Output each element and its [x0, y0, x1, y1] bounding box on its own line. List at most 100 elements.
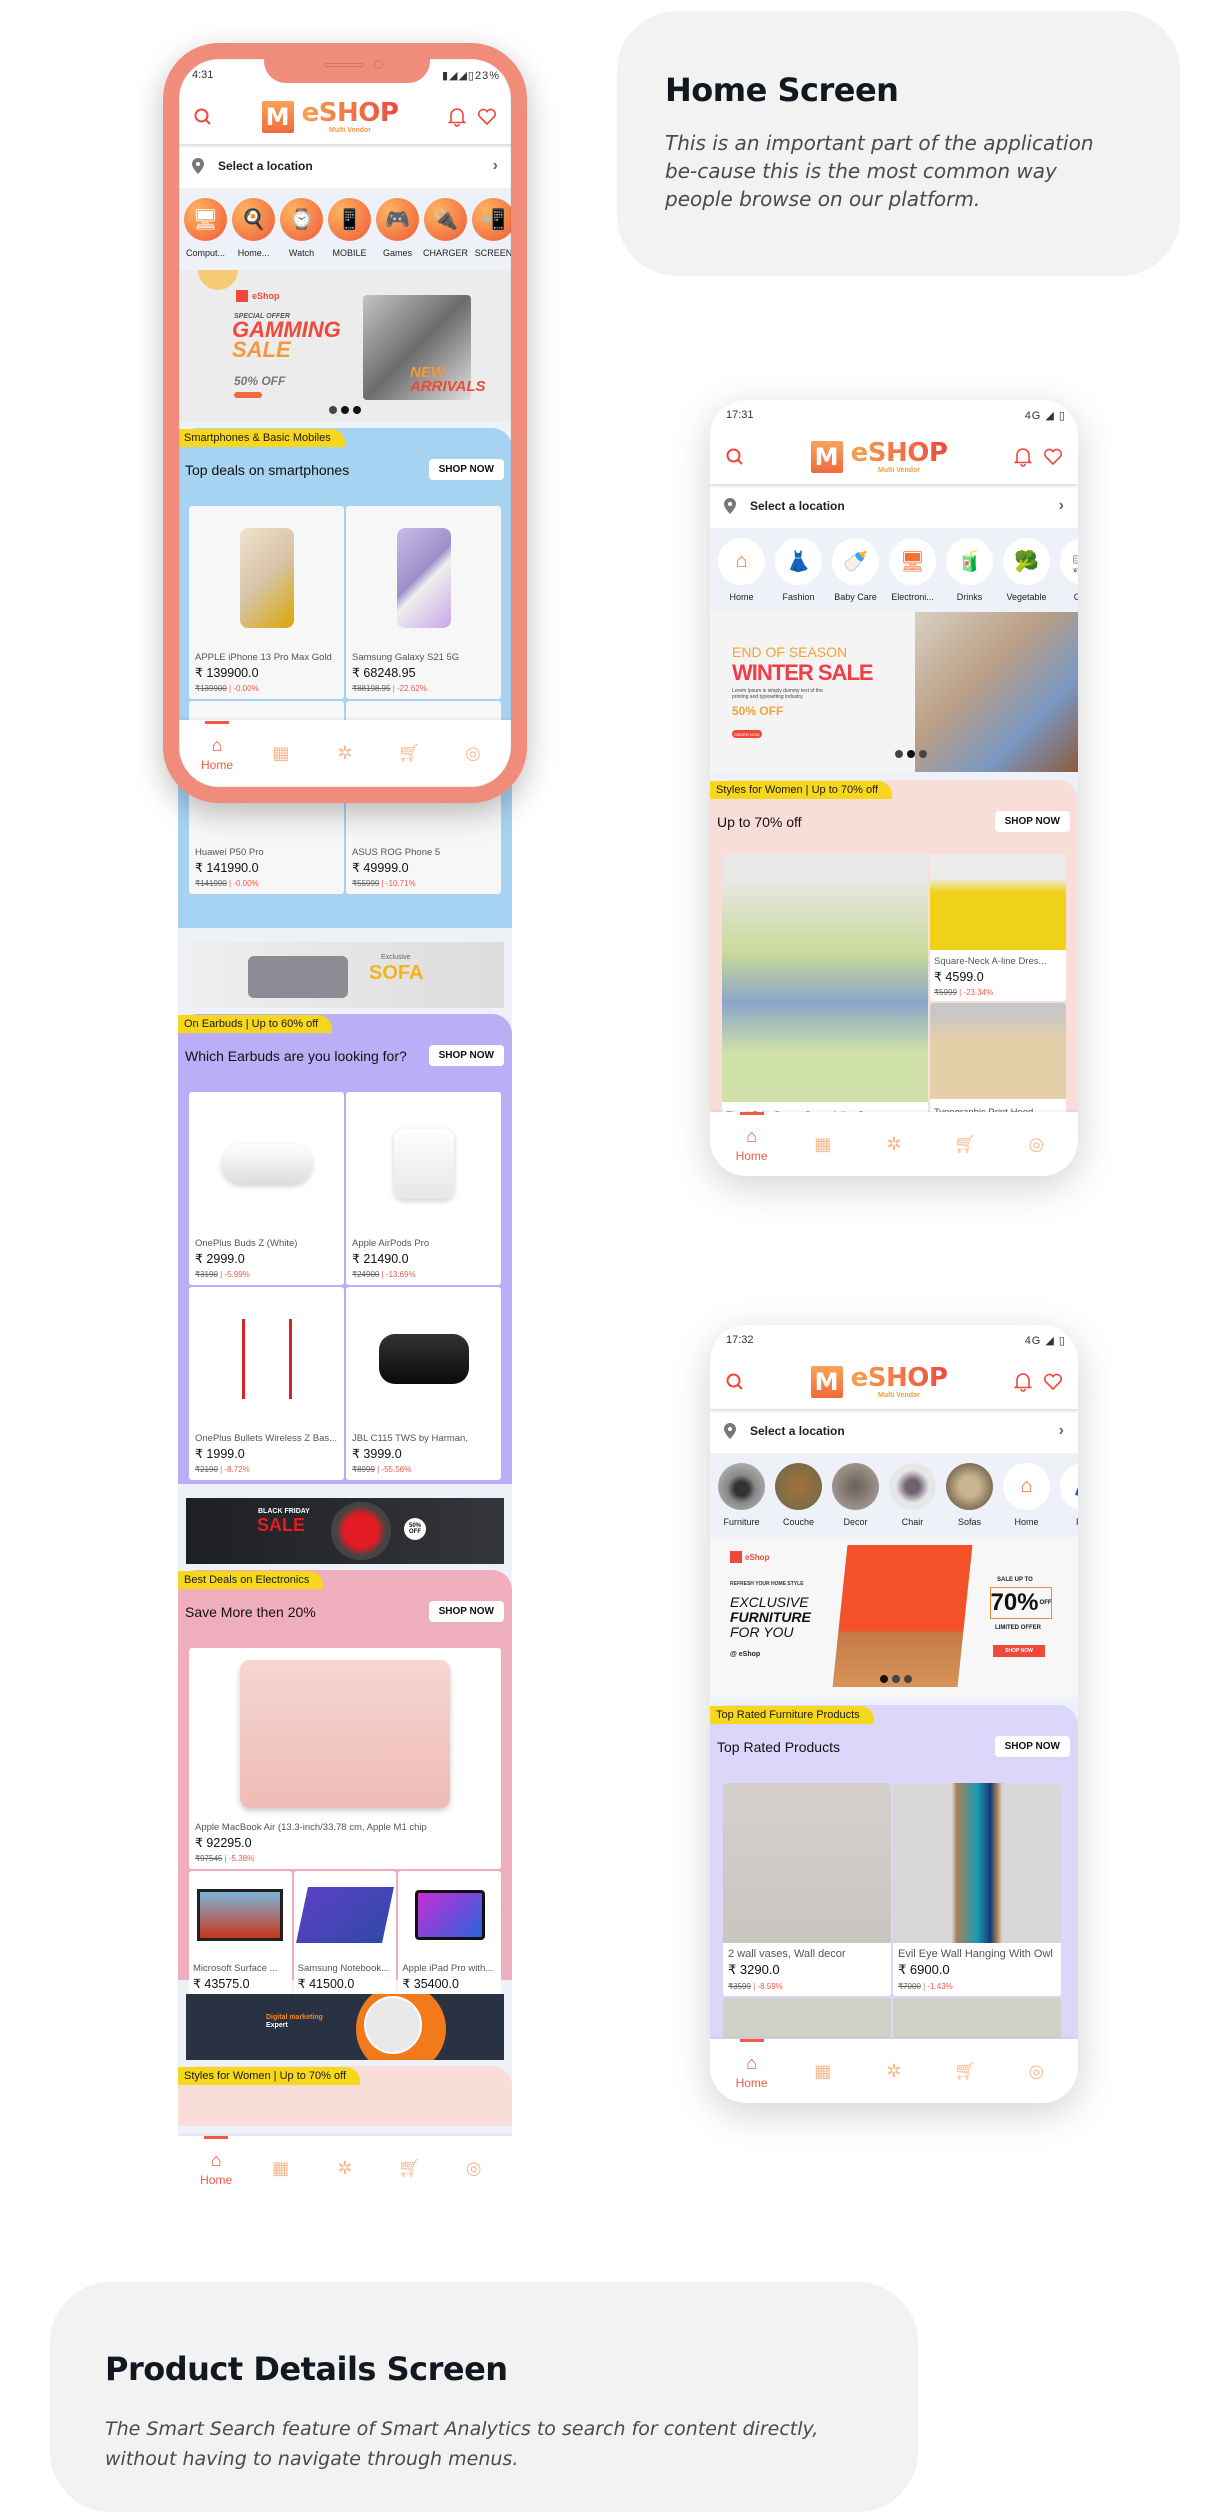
product-card[interactable]: Evil Eye Wall Hanging With Owl ₹ 6900.0 … [893, 1783, 1061, 1996]
product-card[interactable]: Apple AirPods Pro ₹ 21490.0 ₹24900 | -13… [346, 1092, 501, 1285]
tab-offers[interactable]: ✲ [869, 2061, 919, 2082]
location-selector[interactable]: Select a location › [178, 144, 512, 188]
carousel-dot[interactable] [353, 406, 361, 414]
tab-home[interactable]: ⌂ Home [727, 1111, 777, 1163]
category-item[interactable]: Chair [889, 1463, 936, 1527]
product-card[interactable]: Square-Neck A-line Dres... ₹ 4599.0 ₹599… [930, 854, 1066, 1001]
category-item[interactable]: ⌂ Home [1003, 1463, 1050, 1527]
category-item[interactable]: 👗 Fashion [775, 538, 822, 602]
product-card[interactable] [893, 1998, 1061, 2038]
carousel-dot[interactable] [329, 406, 337, 414]
product-card[interactable]: Samsung Galaxy S21 5G ₹ 68248.95 ₹88198.… [346, 506, 501, 699]
digital-marketing-banner[interactable]: Digital marketing Expert [186, 1994, 504, 2060]
category-item[interactable]: 📲 SCREEN [472, 198, 512, 258]
brand-logo[interactable]: M eSHOP Multi Vendor [218, 100, 442, 134]
tab-home[interactable]: ⌂ Home [727, 2038, 777, 2090]
search-icon[interactable] [188, 102, 218, 132]
product-card[interactable]: 2 wall vases, Wall decor ₹ 3290.0 ₹3599 … [723, 1783, 891, 1996]
product-card[interactable]: Samsung Notebook... ₹ 41500.0 ₹42000 | -… [293, 1871, 397, 2008]
tab-profile[interactable]: ◎ [1011, 2061, 1061, 2082]
banner-cta-button[interactable]: ORDER NOW [732, 730, 762, 738]
winter-sale-banner[interactable]: END OF SEASON WINTER SALE Lorem Ipsum is… [710, 612, 1078, 772]
product-card[interactable]: Apple iPad Pro with... ₹ 35400.0 ₹36000 … [398, 1871, 501, 2008]
heart-icon[interactable] [1038, 1367, 1068, 1397]
bell-icon[interactable] [1008, 442, 1038, 472]
tab-categories[interactable]: ▦ [256, 2158, 306, 2179]
tab-cart[interactable]: 🛒︎ [384, 2158, 434, 2179]
product-card[interactable]: OnePlus Bullets Wireless Z Bas... ₹ 1999… [189, 1287, 344, 1480]
product-card[interactable]: OnePlus Buds Z (White) ₹ 2999.0 ₹3190 | … [189, 1092, 344, 1285]
carousel-dots[interactable] [880, 1675, 912, 1683]
product-card[interactable]: APPLE iPhone 13 Pro Max Gold ₹ 139900.0 … [189, 506, 344, 699]
tab-categories[interactable]: ▦ [256, 743, 306, 764]
tab-profile[interactable]: ◎ [449, 2158, 499, 2179]
carousel-dot[interactable] [892, 1675, 900, 1683]
category-item[interactable]: 🧃 Drinks [946, 538, 993, 602]
location-selector[interactable]: Select a location › [710, 1409, 1078, 1453]
heart-icon[interactable] [1038, 442, 1068, 472]
carousel-dot[interactable] [341, 406, 349, 414]
shop-now-button[interactable]: SHOP NOW [994, 1736, 1070, 1757]
bell-icon[interactable] [1008, 1367, 1038, 1397]
carousel-dot[interactable] [904, 1675, 912, 1683]
banner-cta-button[interactable] [234, 392, 262, 398]
category-item[interactable]: 🛒 Groc [1060, 538, 1078, 602]
carousel-dots[interactable] [895, 750, 927, 758]
category-item[interactable]: ⌚ Watch [280, 198, 323, 258]
tab-profile[interactable]: ◎ [1011, 1134, 1061, 1155]
black-friday-banner[interactable]: BLACK FRIDAY SALE 50% OFF [186, 1498, 504, 1564]
category-item[interactable]: ⌂ Home [718, 538, 765, 602]
product-card[interactable] [723, 1998, 891, 2038]
tab-offers[interactable]: ✲ [869, 1134, 919, 1155]
tab-home[interactable]: ⌂ Home [192, 721, 242, 772]
category-item[interactable]: 🥦 Vegetable [1003, 538, 1050, 602]
shop-now-button[interactable]: SHOP NOW [428, 459, 504, 480]
furniture-sale-banner[interactable]: eShop REFRESH YOUR HOME STYLE EXCLUSIVE F… [710, 1537, 1078, 1697]
product-card[interactable]: Typographic Print Hood... [930, 1003, 1066, 1123]
tab-offers[interactable]: ✲ [320, 2158, 370, 2179]
brand-logo[interactable]: M eSHOP Multi Vendor [750, 1365, 1008, 1399]
gaming-sale-banner[interactable]: eShop SPECIAL OFFER GAMMING SALE 50% OFF… [178, 270, 512, 422]
category-item[interactable]: 🍼 Baby Care [832, 538, 879, 602]
tab-home[interactable]: ⌂ Home [191, 2135, 241, 2187]
carousel-dots[interactable] [329, 406, 361, 414]
location-selector[interactable]: Select a location › [710, 484, 1078, 528]
shop-now-button[interactable]: SHOP NOW [428, 1601, 504, 1622]
category-item[interactable]: 🔌 CHARGER [423, 198, 468, 258]
featured-product-card[interactable]: Apple MacBook Air (13.3-inch/33.78 cm, A… [189, 1648, 501, 1869]
tab-profile[interactable]: ◎ [448, 743, 498, 764]
bell-icon[interactable] [442, 102, 472, 132]
tab-offers[interactable]: ✲ [320, 743, 370, 764]
banner-shop-now-button[interactable]: SHOP NOW [993, 1645, 1045, 1657]
carousel-dot[interactable] [907, 750, 915, 758]
heart-icon[interactable] [472, 102, 502, 132]
category-item[interactable]: 🖥 Electroni... [889, 538, 936, 602]
product-card[interactable]: JBL C115 TWS by Harman, ₹ 3999.0 ₹8999 |… [346, 1287, 501, 1480]
category-item[interactable]: 🖥 Comput... [184, 198, 227, 258]
category-item[interactable]: Decor [832, 1463, 879, 1527]
search-icon[interactable] [720, 1367, 750, 1397]
carousel-dot[interactable] [880, 1675, 888, 1683]
sofa-banner[interactable]: Exclusive SOFA [186, 942, 504, 1008]
product-card[interactable]: Floral Print Button-Down A-line Dress... [722, 854, 928, 1134]
search-icon[interactable] [720, 442, 750, 472]
carousel-dot[interactable] [919, 750, 927, 758]
tab-categories[interactable]: ▦ [798, 1134, 848, 1155]
shop-now-button[interactable]: SHOP NOW [994, 811, 1070, 832]
category-item[interactable]: 🍳 Home... [232, 198, 275, 258]
carousel-dot[interactable] [895, 750, 903, 758]
category-item[interactable]: 📱 MOBILE [328, 198, 371, 258]
tab-categories[interactable]: ▦ [798, 2061, 848, 2082]
category-item[interactable]: 👗 Fas [1060, 1463, 1078, 1527]
category-item[interactable]: Couche [775, 1463, 822, 1527]
speaker-grille [324, 63, 364, 67]
category-item[interactable]: 🎮 Games [376, 198, 419, 258]
tab-cart[interactable]: 🛒︎ [384, 743, 434, 764]
shop-now-button[interactable]: SHOP NOW [428, 1045, 504, 1066]
product-card[interactable]: Microsoft Surface ... ₹ 43575.0 ₹44100 |… [189, 1871, 292, 2008]
tab-cart[interactable]: 🛒︎ [940, 1134, 990, 1155]
brand-logo[interactable]: M eSHOP Multi Vendor [750, 440, 1008, 474]
tab-cart[interactable]: 🛒︎ [940, 2061, 990, 2082]
category-item[interactable]: Furniture [718, 1463, 765, 1527]
category-item[interactable]: Sofas [946, 1463, 993, 1527]
